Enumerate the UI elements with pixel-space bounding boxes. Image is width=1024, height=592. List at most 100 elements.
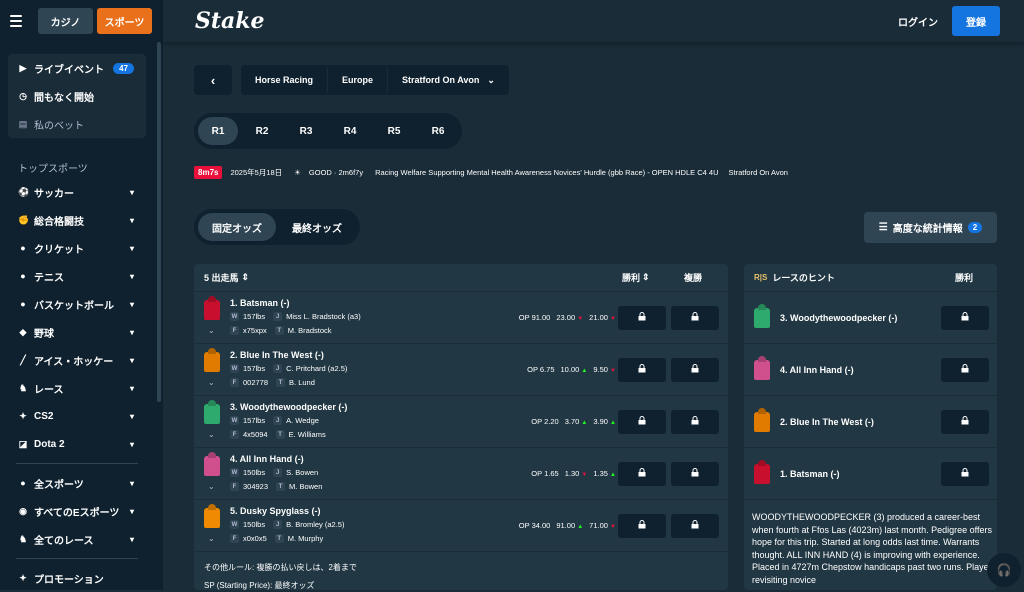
- breadcrumb-region[interactable]: Europe: [328, 65, 389, 95]
- jockey-silk-icon: [204, 508, 220, 528]
- sidebar-item-all-races[interactable]: ♞ 全てのレース ▾: [8, 525, 146, 553]
- tab-fixed-odds[interactable]: 固定オッズ: [198, 213, 276, 241]
- menu-icon[interactable]: [10, 15, 22, 27]
- cs2-icon: ✦: [19, 411, 27, 421]
- tab-r3[interactable]: R3: [286, 117, 326, 145]
- sort-icon[interactable]: ⇕: [242, 272, 250, 283]
- login-button[interactable]: ログイン: [898, 14, 938, 29]
- runners-header: 5 出走馬 ⇕ 勝利 ⇕ 複勝: [194, 264, 728, 292]
- jockey-silk-icon: [754, 464, 770, 484]
- weight-label: W: [230, 364, 239, 373]
- runner-meta-line1: W 150lbs J B. Bromley (a2.5): [230, 520, 344, 529]
- sidebar-item-dota2[interactable]: ◪ Dota 2 ▾: [8, 430, 146, 458]
- sidebar-scrollbar[interactable]: [157, 42, 161, 402]
- runner-weight: 157lbs: [243, 364, 266, 373]
- sidebar-item-cricket[interactable]: ● クリケット ▾: [8, 234, 146, 262]
- opening-odds: OP 1.65: [531, 469, 559, 478]
- hint-win-button[interactable]: [941, 306, 989, 330]
- chevron-down-icon[interactable]: ⌄: [208, 482, 215, 491]
- runner-jockey: S. Bowen: [286, 468, 319, 477]
- stake-logo[interactable]: Stake: [195, 8, 265, 34]
- runner-row: ⌄ 4. All Inn Hand (-) W 150lbs J S. Bowen F…: [194, 448, 728, 500]
- sidebar-item-soccer[interactable]: ⚽ サッカー ▾: [8, 178, 146, 206]
- casino-tab[interactable]: カジノ: [38, 8, 93, 34]
- sports-tab[interactable]: スポーツ: [97, 8, 152, 34]
- win-odds-button[interactable]: [618, 306, 666, 330]
- tab-r6[interactable]: R6: [418, 117, 458, 145]
- place-odds-button[interactable]: [671, 306, 719, 330]
- hint-win-button[interactable]: [941, 410, 989, 434]
- win-column-header[interactable]: 勝利: [622, 271, 640, 284]
- sidebar-item-live[interactable]: ▶ ライブイベント 47: [8, 54, 146, 82]
- sidebar-item-promotions[interactable]: ✦ プロモーション: [8, 564, 146, 592]
- tab-r5[interactable]: R5: [374, 117, 414, 145]
- hint-row: 2. Blue In The West (-): [744, 396, 997, 448]
- sidebar-item-basketball[interactable]: ● バスケットボール ▾: [8, 290, 146, 318]
- tab-final-odds[interactable]: 最終オッズ: [278, 213, 356, 241]
- sidebar-item-mma[interactable]: ✊ 総合格闘技 ▾: [8, 206, 146, 234]
- win-odds-button[interactable]: [618, 358, 666, 382]
- stats-count-badge: 2: [967, 222, 983, 233]
- arrow-down-icon: ▼: [610, 368, 616, 374]
- hint-win-button[interactable]: [941, 462, 989, 486]
- weight-label: W: [230, 520, 239, 529]
- win-odds-button[interactable]: [618, 462, 666, 486]
- form-label: F: [230, 482, 239, 491]
- lock-icon: [638, 520, 646, 532]
- chevron-down-icon[interactable]: ⌄: [208, 534, 215, 543]
- sidebar-item-cs2[interactable]: ✦ CS2 ▾: [8, 402, 146, 430]
- sidebar-item-label: 全てのレース: [34, 535, 94, 547]
- hints-title: レースのヒント: [772, 273, 835, 283]
- tab-r4[interactable]: R4: [330, 117, 370, 145]
- sidebar-item-all-sports[interactable]: ● 全スポーツ ▾: [8, 469, 146, 497]
- register-button[interactable]: 登録: [952, 6, 1000, 36]
- sp-text: SP (Starting Price): 最終オッズ: [204, 581, 315, 590]
- tennis-icon: ●: [20, 271, 26, 281]
- runner-form: x75xpx: [243, 326, 267, 335]
- chevron-down-icon: ▾: [129, 271, 134, 281]
- back-button[interactable]: ‹: [194, 65, 232, 95]
- chevron-left-icon: ‹: [210, 72, 216, 88]
- lock-icon: [638, 312, 646, 324]
- sidebar-item-tennis[interactable]: ● テニス ▾: [8, 262, 146, 290]
- sidebar-item-racing[interactable]: ♞ レース ▾: [8, 374, 146, 402]
- sidebar-item-ice-hockey[interactable]: ╱ アイス・ホッケー ▾: [8, 346, 146, 374]
- arrow-up-icon: ▲: [610, 472, 616, 478]
- place-odds-button[interactable]: [671, 358, 719, 382]
- breadcrumb-sport[interactable]: Horse Racing: [241, 65, 329, 95]
- live-count-badge: 47: [113, 62, 134, 74]
- tab-r2[interactable]: R2: [242, 117, 282, 145]
- weight-label: W: [230, 468, 239, 477]
- sidebar-item-all-esports[interactable]: ◉ すべてのEスポーツ ▾: [8, 497, 146, 525]
- lock-icon: [691, 416, 699, 428]
- sort-icon[interactable]: ⇕: [642, 272, 650, 283]
- place-odds-button[interactable]: [671, 410, 719, 434]
- runner-meta-line2: F 002778 T B. Lund: [230, 378, 315, 387]
- chevron-down-icon[interactable]: ⌄: [208, 326, 215, 335]
- sliders-icon: ☰: [878, 222, 888, 233]
- place-odds-button[interactable]: [671, 514, 719, 538]
- sidebar-item-upcoming[interactable]: ◷ 間もなく開始: [8, 82, 146, 110]
- advanced-stats-button[interactable]: ☰ 高度な統計情報 2: [864, 212, 997, 243]
- clock-icon: ◷: [19, 91, 27, 101]
- runner-name: 4. All Inn Hand (-): [230, 454, 304, 464]
- chevron-down-icon[interactable]: ⌄: [208, 378, 215, 387]
- dota-icon: ◪: [18, 439, 28, 449]
- tab-r1[interactable]: R1: [198, 117, 238, 145]
- chevron-down-icon: ⌄: [487, 74, 495, 85]
- runner-trainer: M. Murphy: [287, 534, 324, 543]
- chevron-down-icon[interactable]: ⌄: [208, 430, 215, 439]
- arrow-up-icon: ▲: [581, 420, 588, 426]
- headset-icon[interactable]: 🎧: [987, 553, 1021, 587]
- trainer-label: T: [276, 482, 286, 491]
- hints-header: R|S レースのヒント 勝利: [744, 264, 997, 292]
- sidebar-item-baseball[interactable]: ◆ 野球 ▾: [8, 318, 146, 346]
- trainer-label: T: [275, 430, 285, 439]
- win-odds-button[interactable]: [618, 514, 666, 538]
- sidebar-item-mybets[interactable]: ▤ 私のベット: [8, 110, 146, 138]
- hint-win-button[interactable]: [941, 358, 989, 382]
- win-odds-button[interactable]: [618, 410, 666, 434]
- breadcrumb-venue[interactable]: Stratford On Avon ⌄: [388, 65, 509, 95]
- arrow-down-icon: ▼: [577, 316, 584, 322]
- place-odds-button[interactable]: [671, 462, 719, 486]
